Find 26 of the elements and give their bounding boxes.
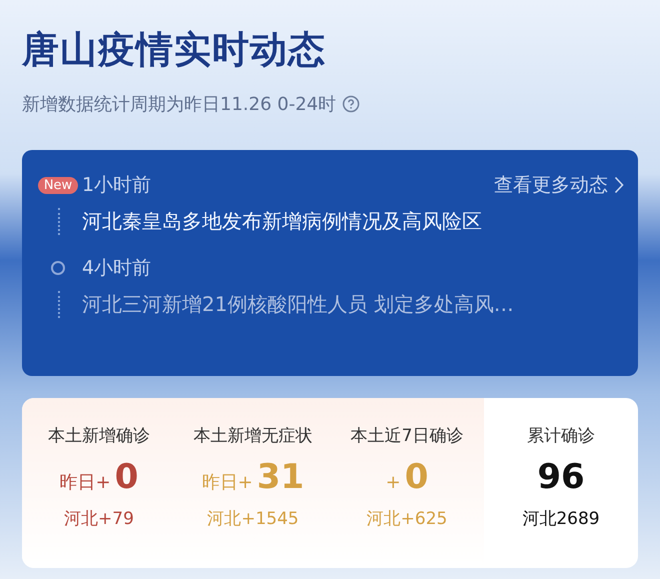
news-time: 1小时前 [82,173,152,198]
page-title: 唐山疫情实时动态 [22,27,327,73]
help-icon[interactable] [342,95,360,113]
timeline-dot-icon [51,261,65,275]
stat-value: 0 [114,457,138,497]
stat-label: 本土新增确诊 [48,425,150,447]
stat-region: 河北+625 [366,508,448,530]
stat-value: 96 [537,457,585,497]
new-badge: New [38,176,78,194]
stat-prefix: + [386,472,401,493]
chevron-icon [614,176,624,194]
news-headline[interactable]: 河北秦皇岛多地发布新增病例情况及高风险区 [82,208,624,235]
stat-label: 本土近7日确诊 [350,425,464,447]
news-headline[interactable]: 河北三河新增21例核酸阳性人员 划定多处高风… [82,291,624,318]
stat-label: 本土新增无症状 [194,425,312,447]
news-time: 4小时前 [82,256,152,281]
stat-value: 31 [256,457,304,497]
stat-label: 累计确诊 [527,425,595,447]
stat-region: 河北2689 [522,508,600,530]
stat-prefix: 昨日+ [202,471,253,494]
stat-region: 河北+79 [64,508,134,530]
stats-period-text: 新增数据统计周期为昨日11.26 0-24时 [22,93,336,116]
stat-value: 0 [404,457,428,497]
stat-region: 河北+1545 [207,508,299,530]
stat-prefix: 昨日+ [60,471,111,494]
more-news-link[interactable]: 查看更多动态 [494,172,608,198]
